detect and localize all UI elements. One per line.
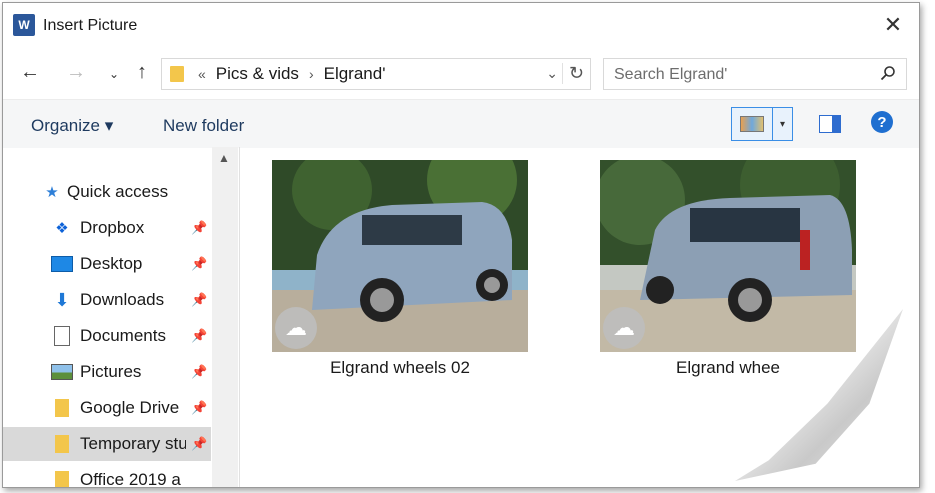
dialog-title: Insert Picture bbox=[43, 17, 138, 34]
recent-locations-button[interactable]: ⌄ bbox=[101, 67, 127, 81]
command-toolbar: Organize ▾ New folder ▾ ? bbox=[3, 99, 919, 148]
sidebar-item-office[interactable]: Office 2019 a bbox=[3, 463, 211, 488]
folder-icon bbox=[170, 66, 184, 82]
pin-icon[interactable]: 📌 bbox=[191, 328, 207, 344]
title-bar: W Insert Picture ✕ bbox=[3, 3, 919, 47]
pin-icon[interactable]: 📌 bbox=[191, 256, 207, 272]
download-icon: ⬇ bbox=[54, 289, 70, 310]
folder-icon bbox=[51, 435, 73, 453]
image-thumbnail[interactable]: ☁ bbox=[272, 160, 528, 352]
cloud-icon: ☁ bbox=[275, 307, 317, 349]
chevron-right-icon[interactable]: › bbox=[309, 66, 314, 82]
navigation-scrollbar[interactable]: ▲ bbox=[212, 147, 238, 487]
desktop-icon bbox=[51, 255, 73, 273]
forward-button[interactable]: → bbox=[63, 61, 89, 84]
breadcrumb-pics-vids[interactable]: Pics & vids bbox=[216, 64, 299, 84]
change-view-button[interactable]: ▾ bbox=[731, 107, 793, 141]
sidebar-item-quick-access[interactable]: ★ Quick access bbox=[3, 175, 211, 209]
view-options-dropdown[interactable]: ▾ bbox=[773, 108, 792, 140]
address-overflow[interactable]: « bbox=[198, 66, 206, 82]
sidebar-item-label: Pictures bbox=[80, 362, 142, 381]
up-button[interactable]: ↑ bbox=[129, 61, 155, 84]
sidebar-item-downloads[interactable]: ⬇ Downloads 📌 bbox=[3, 283, 211, 317]
help-button[interactable]: ? bbox=[871, 111, 893, 133]
scroll-up-arrow[interactable]: ▲ bbox=[218, 151, 230, 165]
sidebar-item-label: Google Drive bbox=[80, 398, 180, 417]
large-icons-view-icon bbox=[740, 116, 764, 132]
preview-pane-button[interactable] bbox=[819, 115, 841, 133]
pin-icon[interactable]: 📌 bbox=[191, 364, 207, 380]
pin-icon[interactable]: 📌 bbox=[191, 220, 207, 236]
organize-button[interactable]: Organize ▾ bbox=[31, 116, 113, 136]
pin-icon[interactable]: 📌 bbox=[191, 292, 207, 308]
search-icon[interactable] bbox=[880, 65, 896, 86]
address-history-dropdown[interactable]: ⌄ bbox=[546, 65, 558, 82]
sidebar-item-desktop[interactable]: Desktop 📌 bbox=[3, 247, 211, 281]
sidebar-item-label: Dropbox bbox=[80, 218, 145, 237]
pin-icon[interactable]: 📌 bbox=[191, 436, 207, 452]
picture-icon bbox=[51, 363, 73, 381]
sidebar-item-dropbox[interactable]: ❖ Dropbox 📌 bbox=[3, 211, 211, 245]
view-toggle[interactable] bbox=[732, 108, 773, 140]
address-bar[interactable]: « Pics & vids › Elgrand' ⌄ ↻ bbox=[161, 58, 591, 90]
folder-icon bbox=[51, 471, 73, 487]
search-input[interactable] bbox=[612, 65, 866, 85]
breadcrumb-elgrand[interactable]: Elgrand' bbox=[324, 64, 386, 84]
close-button[interactable]: ✕ bbox=[879, 11, 907, 39]
sidebar-item-pictures[interactable]: Pictures 📌 bbox=[3, 355, 211, 389]
refresh-button[interactable]: ↻ bbox=[561, 63, 584, 84]
file-tile[interactable]: ☁ Elgrand whee bbox=[600, 160, 856, 378]
back-button[interactable]: ← bbox=[17, 61, 43, 84]
image-thumbnail[interactable]: ☁ bbox=[600, 160, 856, 352]
search-box[interactable] bbox=[603, 58, 907, 90]
pin-icon[interactable]: 📌 bbox=[191, 400, 207, 416]
sidebar-item-label: Desktop bbox=[80, 254, 143, 273]
file-tile[interactable]: ☁ Elgrand wheels 02 bbox=[272, 160, 528, 378]
navigation-row: ← → ⌄ ↑ « Pics & vids › Elgrand' ⌄ ↻ bbox=[3, 55, 919, 93]
sidebar-item-temporary[interactable]: Temporary stu 📌 bbox=[3, 427, 211, 461]
sidebar-item-label: Quick access bbox=[67, 182, 169, 201]
insert-picture-dialog: W Insert Picture ✕ ← → ⌄ ↑ « Pics & vids… bbox=[2, 2, 920, 488]
sidebar-item-label: Office 2019 a bbox=[80, 470, 181, 488]
sidebar-item-label: Temporary stu bbox=[80, 434, 186, 453]
sidebar-item-google-drive[interactable]: Google Drive 📌 bbox=[3, 391, 211, 425]
sidebar-item-documents[interactable]: Documents 📌 bbox=[3, 319, 211, 353]
dropbox-icon: ❖ bbox=[55, 220, 69, 237]
document-icon bbox=[51, 326, 73, 346]
file-list: ☁ Elgrand wheels 02 ☁ Elgrand whee bbox=[240, 147, 919, 487]
file-name: Elgrand whee bbox=[676, 358, 780, 377]
word-app-icon: W bbox=[13, 14, 35, 36]
new-folder-button[interactable]: New folder bbox=[163, 116, 244, 136]
sidebar-item-label: Documents bbox=[80, 326, 166, 345]
folder-icon bbox=[51, 399, 73, 417]
star-icon: ★ bbox=[45, 184, 59, 201]
cloud-icon: ☁ bbox=[603, 307, 645, 349]
navigation-pane: ★ Quick access ❖ Dropbox 📌 Desktop 📌 ⬇ D… bbox=[3, 147, 240, 487]
file-name: Elgrand wheels 02 bbox=[330, 358, 470, 377]
sidebar-item-label: Downloads bbox=[80, 290, 165, 309]
navigation-list: ★ Quick access ❖ Dropbox 📌 Desktop 📌 ⬇ D… bbox=[3, 147, 211, 487]
